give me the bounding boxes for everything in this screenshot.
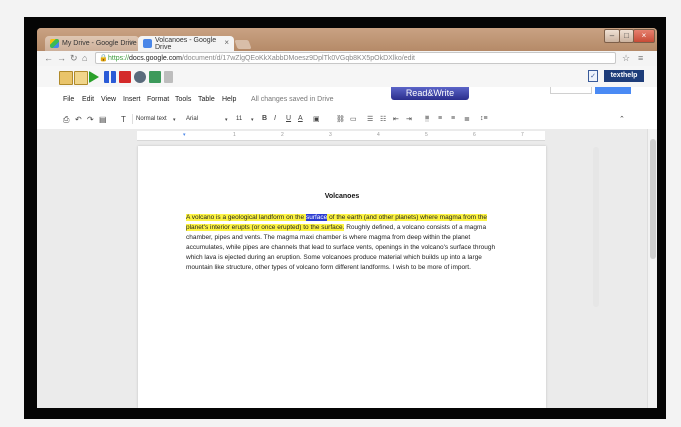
print-icon[interactable]: ⎙	[63, 115, 69, 125]
tab-label: Volcanoes - Google Drive	[155, 36, 217, 51]
document-body[interactable]: A volcano is a geological landform on th…	[186, 213, 502, 273]
italic-button[interactable]: I	[274, 115, 276, 122]
increase-indent-icon[interactable]: ⇥	[406, 115, 412, 123]
bold-button[interactable]: B	[262, 115, 267, 122]
docs-menubar: Read&Write File Edit View Insert Format …	[37, 87, 657, 110]
ruler-number: 3	[329, 132, 332, 138]
share-button[interactable]	[595, 87, 631, 94]
menu-view[interactable]: View	[101, 96, 116, 103]
page-scrollbar[interactable]	[647, 129, 657, 408]
browser-window: My Drive - Google Drive × Volcanoes - Go…	[37, 28, 657, 408]
lock-icon: 🔒	[99, 55, 108, 62]
align-left-icon[interactable]: ≡	[425, 115, 430, 122]
ruler-number: 2	[281, 132, 284, 138]
url-input[interactable]: 🔒 https://docs.google.com/document/d/17wZ…	[95, 52, 616, 64]
link-icon[interactable]: ⛓	[336, 115, 345, 123]
readwrite-tab[interactable]: Read&Write	[391, 87, 469, 100]
body-text: Roughly defined, a volcano consists of a…	[186, 224, 496, 271]
divider	[132, 114, 133, 124]
back-icon[interactable]: ←	[44, 53, 53, 63]
close-window-button[interactable]: ×	[633, 29, 655, 43]
document-page[interactable]: Volcanoes A volcano is a geological land…	[138, 146, 546, 408]
indent-marker-icon[interactable]: ▾	[183, 132, 186, 138]
bookmark-star-icon[interactable]: ☆	[622, 53, 630, 64]
highlighted-text: A volcano is a geological landform on th…	[186, 214, 306, 221]
collapse-menu-icon[interactable]: ⌃	[619, 115, 625, 123]
justify-icon[interactable]: ≣	[464, 115, 470, 123]
screenshot-reader-icon[interactable]	[134, 71, 146, 83]
menu-icon[interactable]: ≡	[638, 53, 643, 63]
document-canvas: 1 2 3 4 5 6 7 ▾ Volcanoes A volcano is a…	[37, 129, 657, 408]
font-size-select[interactable]: 11	[236, 114, 242, 124]
paint-format-icon[interactable]: ▤	[99, 115, 107, 124]
maximize-button[interactable]: □	[619, 29, 634, 43]
align-right-icon[interactable]: ≡	[451, 115, 455, 122]
menu-tools[interactable]: Tools	[175, 96, 191, 103]
docs-formatting-toolbar: ⎙ ↶ ↷ ▤ T Normal text ▾ Arial ▾ 11 ▾ B I…	[37, 109, 657, 130]
ruler-number: 4	[377, 132, 380, 138]
menu-format[interactable]: Format	[147, 96, 169, 103]
docs-icon	[143, 39, 152, 48]
bulleted-list-icon[interactable]: ☷	[380, 115, 386, 123]
align-center-icon[interactable]: ≡	[438, 115, 442, 122]
tab-label: My Drive - Google Drive	[62, 40, 137, 47]
minimize-button[interactable]: –	[604, 29, 620, 43]
undo-icon[interactable]: ↶	[75, 115, 82, 124]
menu-help[interactable]: Help	[222, 96, 236, 103]
pause-icon[interactable]	[104, 71, 116, 83]
line-spacing-icon[interactable]: ↕≡	[480, 115, 488, 122]
readwrite-toolbar: ✓ texthelp	[37, 66, 657, 88]
ruler-number: 1	[233, 132, 236, 138]
url-scheme: https://	[108, 55, 130, 62]
play-icon[interactable]	[89, 71, 99, 83]
title-bar: My Drive - Google Drive × Volcanoes - Go…	[37, 28, 657, 51]
ruler: 1 2 3 4 5 6 7 ▾	[137, 131, 545, 141]
comment-icon[interactable]: ▭	[350, 115, 357, 123]
texthelp-logo: texthelp	[604, 70, 644, 82]
url-domain: docs.google.com	[129, 55, 182, 62]
font-select[interactable]: Arial	[186, 114, 198, 124]
scrollbar-thumb[interactable]	[650, 139, 656, 259]
ruler-number: 5	[425, 132, 428, 138]
numbered-list-icon[interactable]: ☰	[367, 115, 373, 123]
highlight-color-icon[interactable]: ▣	[313, 115, 320, 123]
chevron-down-icon: ▾	[173, 117, 176, 123]
save-status: All changes saved in Drive	[251, 96, 334, 103]
menu-insert[interactable]: Insert	[123, 96, 141, 103]
menu-file[interactable]: File	[63, 96, 74, 103]
chevron-down-icon: ▾	[225, 117, 228, 123]
new-tab-button[interactable]	[234, 40, 252, 49]
underline-button[interactable]: U	[286, 115, 291, 122]
close-tab-icon[interactable]: ×	[224, 38, 229, 47]
tab-my-drive[interactable]: My Drive - Google Drive ×	[45, 36, 139, 51]
ruler-number: 6	[473, 132, 476, 138]
comments-button[interactable]	[550, 87, 592, 94]
redo-icon[interactable]: ↷	[87, 115, 94, 124]
translator-icon[interactable]	[149, 71, 161, 83]
picture-dictionary-icon[interactable]	[74, 71, 88, 85]
url-path: /document/d/17wZlgQEoKkXabbDMoesz9DplTk0…	[181, 55, 415, 62]
texthelp-check-icon[interactable]: ✓	[588, 70, 598, 82]
address-bar-row: ← → ↻ ⌂ 🔒 https://docs.google.com/documen…	[37, 51, 657, 66]
style-select[interactable]: Normal text	[136, 114, 167, 124]
forward-icon[interactable]: →	[57, 53, 66, 63]
paint-roller-icon[interactable]: T	[121, 115, 126, 124]
ruler-number: 7	[521, 132, 524, 138]
drive-icon	[50, 39, 59, 48]
decrease-indent-icon[interactable]: ⇤	[393, 115, 399, 123]
text-color-button[interactable]: A	[298, 115, 303, 122]
menu-edit[interactable]: Edit	[82, 96, 94, 103]
home-icon[interactable]: ⌂	[82, 53, 87, 63]
tab-volcanoes[interactable]: Volcanoes - Google Drive ×	[138, 36, 234, 51]
menu-table[interactable]: Table	[198, 96, 215, 103]
dictionary-icon[interactable]	[59, 71, 73, 85]
document-title: Volcanoes	[324, 193, 360, 200]
chevron-down-icon: ▾	[251, 117, 254, 123]
document-scrollbar[interactable]	[593, 147, 599, 307]
vocabulary-icon[interactable]	[164, 71, 173, 83]
reload-icon[interactable]: ↻	[70, 53, 78, 64]
selected-word: surface	[305, 214, 328, 221]
close-tab-icon[interactable]: ×	[129, 38, 134, 47]
stop-icon[interactable]	[119, 71, 131, 83]
